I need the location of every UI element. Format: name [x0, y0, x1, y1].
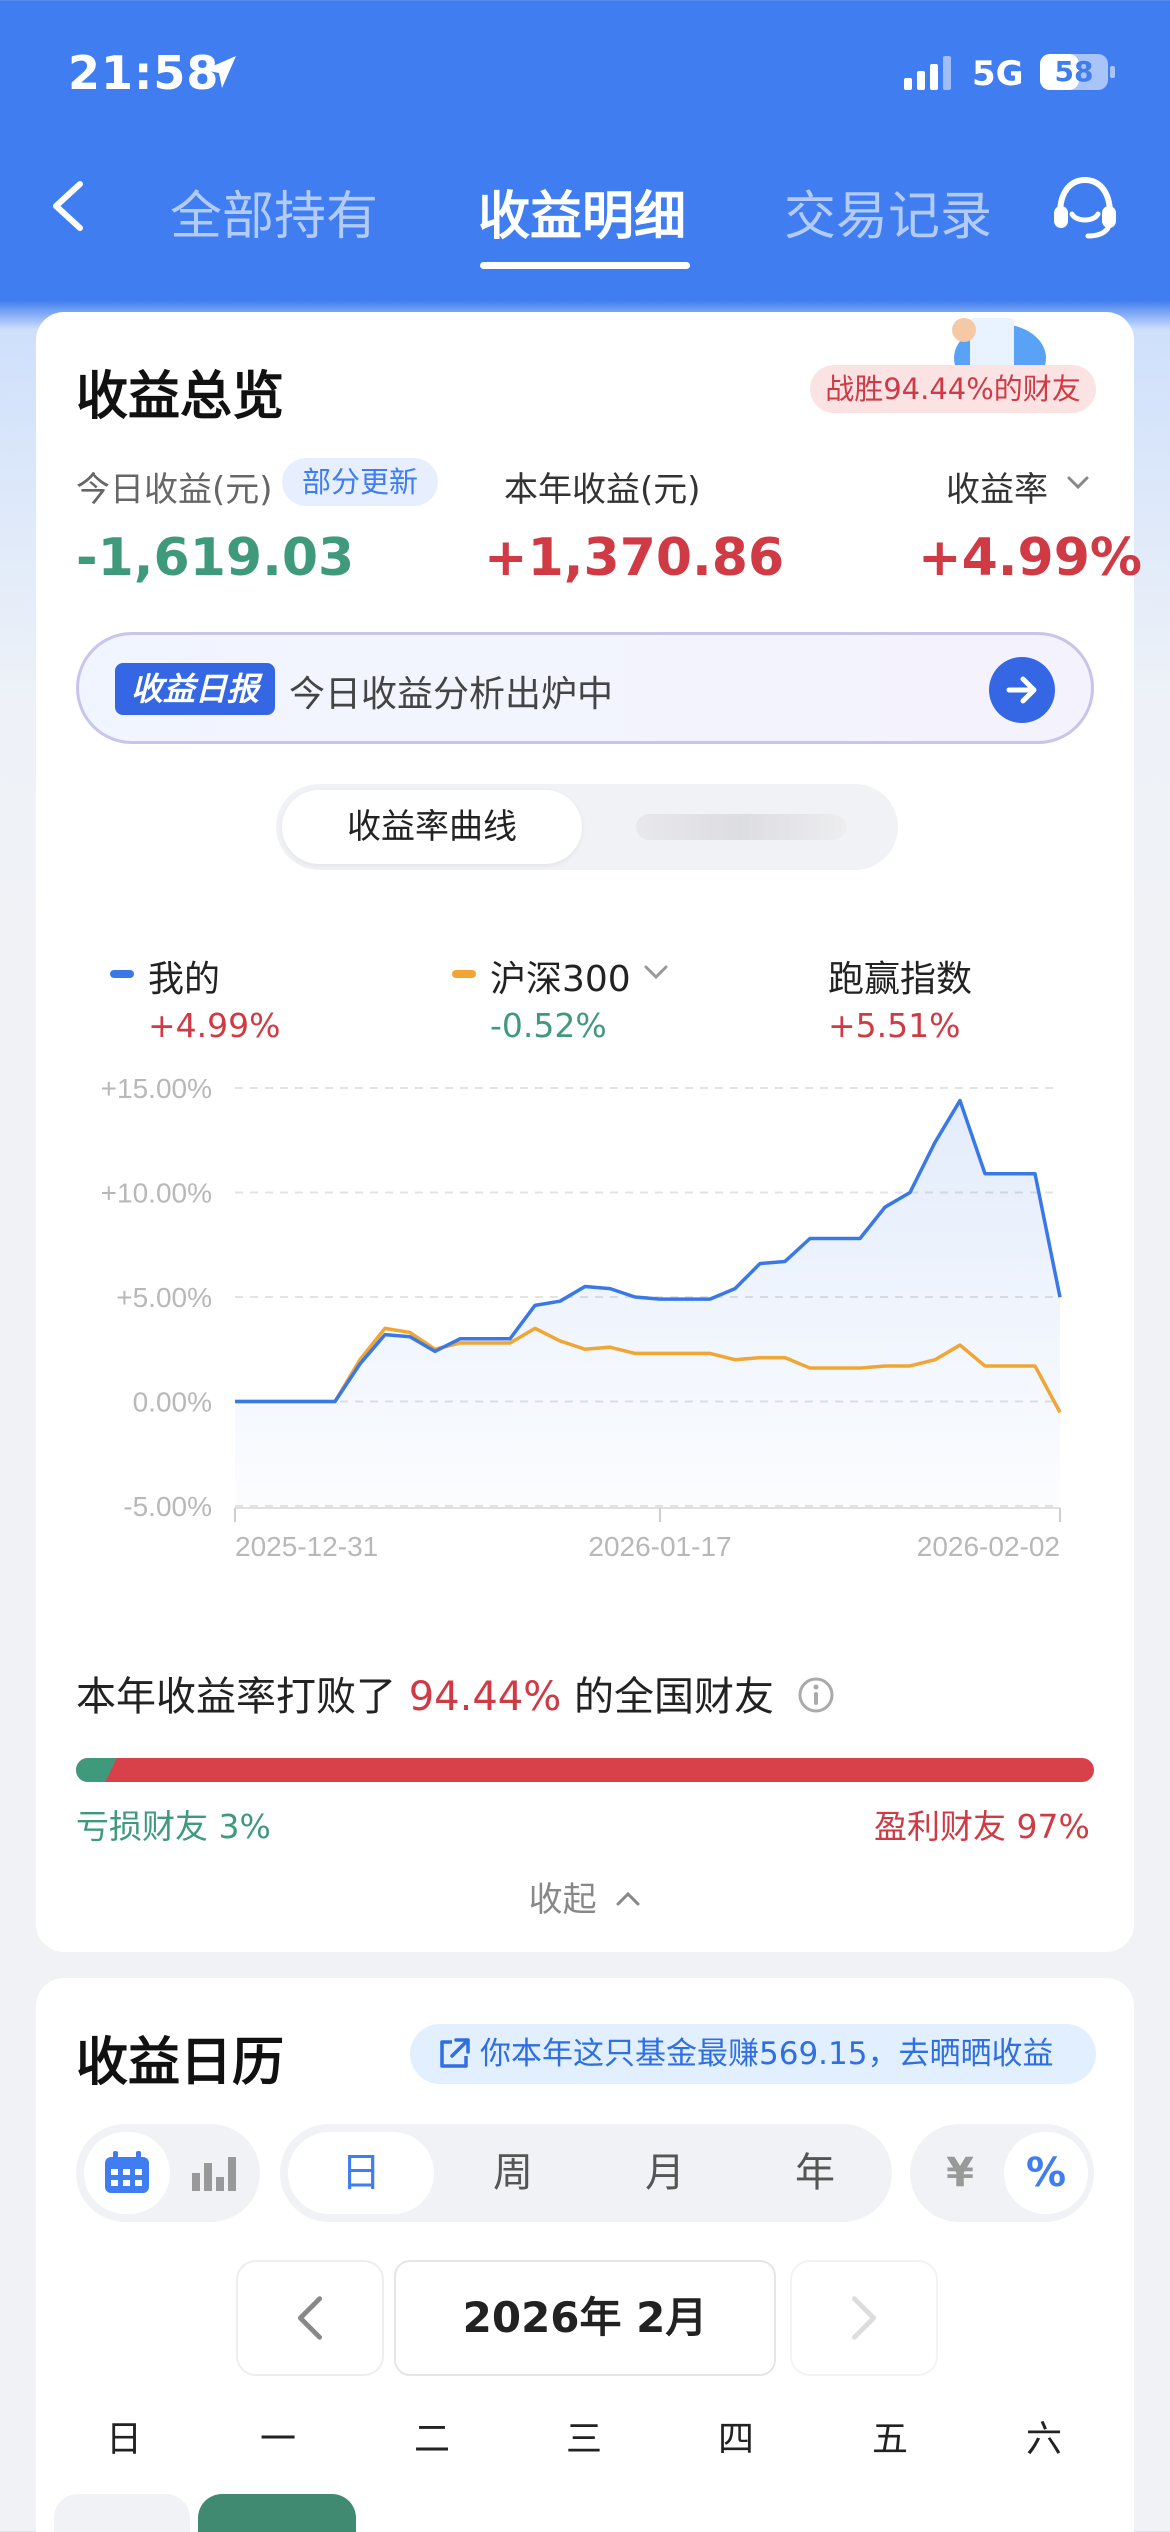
legend-value-csi300: -0.52% — [490, 1006, 607, 1045]
today-earnings-value: -1,619.03 — [76, 528, 355, 588]
year-earnings-value: +1,370.86 — [484, 528, 785, 588]
legend-value-mine: +4.99% — [148, 1006, 281, 1045]
period-week[interactable]: 周 — [440, 2132, 586, 2214]
active-tab-indicator — [480, 262, 690, 269]
beat-prefix: 本年收益率打败了 — [76, 1674, 396, 1720]
tab-trade-records[interactable]: 交易记录 — [784, 174, 992, 249]
legend-name-csi300[interactable]: 沪深300 — [490, 950, 631, 1002]
beat-percentage-badge: 战胜94.44%的财友 — [810, 365, 1096, 413]
view-switch — [76, 2124, 260, 2222]
weekday-wed: 三 — [565, 2419, 602, 2460]
unit-amount[interactable]: ¥ — [918, 2132, 1002, 2214]
weekday-mon: 一 — [259, 2419, 296, 2460]
x-tick-label: 2026-02-02 — [917, 1531, 1060, 1562]
y-tick-label: +5.00% — [116, 1282, 212, 1313]
x-tick-label: 2026-01-17 — [588, 1531, 731, 1562]
toggle-other-option-blurred[interactable] — [636, 814, 846, 840]
y-tick-label: -5.00% — [123, 1491, 212, 1522]
battery-level: 58 — [1054, 55, 1094, 88]
info-icon[interactable] — [797, 1676, 835, 1714]
return-rate-chart: +15.00% +10.00% +5.00% 0.00% -5.00% 2025-12-3… — [101, 1073, 1062, 1562]
return-rate-value: +4.99% — [918, 528, 1142, 588]
unit-switch: ¥ % — [910, 2124, 1094, 2222]
share-icon — [440, 2038, 470, 2068]
legend-swatch-csi300 — [452, 970, 476, 978]
network-type: 5G — [972, 54, 1024, 94]
period-month[interactable]: 月 — [592, 2132, 738, 2214]
daily-report-text: 今日收益分析出炉中 — [289, 674, 614, 715]
loss-label: 亏损财友 3% — [76, 1807, 271, 1846]
weekday-fri: 五 — [871, 2419, 908, 2460]
collapse-label: 收起 — [528, 1880, 597, 1920]
tab-earnings-detail[interactable]: 收益明细 — [478, 174, 686, 249]
series-area-mine — [235, 1100, 1060, 1506]
return-rate-label[interactable]: 收益率 — [946, 462, 1048, 511]
chevron-right-icon — [851, 2296, 877, 2340]
legend-swatch-mine — [110, 970, 134, 978]
legend-name-mine: 我的 — [148, 959, 221, 1000]
chart-mode-toggle: 收益率曲线 — [276, 784, 898, 870]
loss-segment — [76, 1758, 117, 1782]
weekday-thu: 四 — [717, 2419, 754, 2460]
beat-suffix: 的全国财友 — [573, 1674, 774, 1720]
arrow-right-icon[interactable] — [989, 657, 1055, 723]
weekday-sat: 六 — [1025, 2419, 1062, 2460]
legend-name-outperform: 跑赢指数 — [828, 959, 973, 1000]
mascot-illustration — [952, 318, 1046, 376]
x-tick-label: 2025-12-31 — [235, 1531, 378, 1562]
chevron-down-icon[interactable] — [642, 962, 670, 982]
weekday-tue: 二 — [413, 2419, 450, 2460]
status-time: 21:58 — [68, 46, 220, 100]
chevron-up-icon — [616, 1891, 640, 1906]
next-month-button[interactable] — [790, 2260, 938, 2376]
chevron-down-icon[interactable] — [1066, 474, 1090, 492]
prev-month-button[interactable] — [236, 2260, 384, 2376]
share-earnings-banner[interactable]: 你本年这只基金最赚569.15，去晒晒收益 — [410, 2024, 1096, 2084]
unit-percent[interactable]: % — [1004, 2132, 1088, 2214]
bar-chart-icon — [192, 2157, 236, 2191]
daily-report-tag: 收益日报 — [115, 663, 275, 715]
collapse-button[interactable]: 收起 — [0, 1872, 1170, 1921]
calendar-title: 收益日历 — [76, 2033, 285, 2093]
cellular-signal-icon — [904, 56, 951, 90]
year-earnings-label: 本年收益(元) — [504, 470, 701, 510]
battery-nub — [1110, 66, 1115, 78]
period-year[interactable]: 年 — [742, 2132, 888, 2214]
bar-chart-view-button[interactable] — [172, 2132, 256, 2214]
toggle-return-curve[interactable]: 收益率曲线 — [282, 790, 582, 864]
partial-update-badge: 部分更新 — [282, 458, 438, 506]
daily-report-banner[interactable]: 收益日报 今日收益分析出炉中 — [76, 632, 1094, 744]
battery-icon: 58 — [1040, 54, 1108, 90]
status-bar: 21:58 5G 58 — [0, 0, 1170, 150]
weekday-sun: 日 — [105, 2419, 142, 2460]
top-nav: 全部持有 收益明细 交易记录 — [0, 150, 1170, 290]
location-arrow-icon — [204, 56, 236, 88]
back-icon[interactable] — [42, 176, 98, 236]
today-earnings-label: 今日收益(元) — [76, 470, 273, 510]
customer-service-icon[interactable] — [1050, 174, 1120, 240]
tab-all-holdings[interactable]: 全部持有 — [170, 174, 378, 249]
y-tick-label: 0.00% — [133, 1387, 212, 1418]
beat-percent: 94.44% — [408, 1674, 562, 1720]
y-tick-label: +10.00% — [101, 1178, 212, 1209]
calendar-day-cell[interactable] — [54, 2494, 190, 2532]
y-tick-label: +15.00% — [101, 1073, 212, 1104]
beat-summary: 本年收益率打败了 94.44% 的全国财友 — [76, 1664, 835, 1722]
calendar-day-cell-selected[interactable] — [198, 2494, 356, 2532]
period-switch: 日 周 月 年 — [280, 2124, 892, 2222]
legend-value-outperform: +5.51% — [828, 1006, 961, 1045]
calendar-view-button[interactable] — [84, 2132, 170, 2214]
loss-gain-bar — [76, 1758, 1094, 1782]
overview-title: 收益总览 — [76, 367, 285, 427]
gain-label: 盈利财友 97% — [874, 1807, 1090, 1846]
chevron-left-icon — [297, 2296, 323, 2340]
period-day[interactable]: 日 — [288, 2132, 434, 2214]
current-month[interactable]: 2026年 2月 — [394, 2260, 776, 2376]
calendar-icon — [105, 2151, 149, 2193]
